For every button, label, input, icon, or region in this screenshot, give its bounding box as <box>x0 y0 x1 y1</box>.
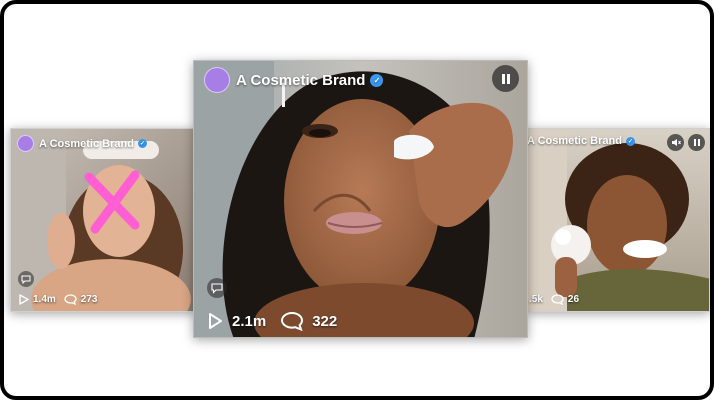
captions-button[interactable] <box>18 271 34 287</box>
pause-icon <box>693 139 700 146</box>
view-count: 2.1m <box>232 312 267 330</box>
comment-count: 26 <box>567 294 580 305</box>
comment-count: 322 <box>312 312 338 330</box>
video-stats: .5k 26 <box>529 294 579 305</box>
feed-frame: A Cosmetic Brand ✓ 1.4m 273 A Cosmetic B… <box>0 0 714 400</box>
video-thumbnail <box>194 61 527 337</box>
comment-icon[interactable] <box>280 311 304 331</box>
verified-badge-icon: ✓ <box>370 73 384 87</box>
brand-header[interactable]: A Cosmetic Brand ✓ <box>527 135 635 147</box>
brand-name[interactable]: A Cosmetic Brand <box>527 135 622 147</box>
brand-name[interactable]: A Cosmetic Brand <box>39 138 134 150</box>
comment-count: 273 <box>80 294 98 305</box>
brand-name[interactable]: A Cosmetic Brand <box>236 72 365 89</box>
video-card-main[interactable]: A Cosmetic Brand ✓ 2.1m 322 <box>193 60 528 338</box>
brand-avatar[interactable] <box>17 135 34 152</box>
brand-header[interactable]: A Cosmetic Brand ✓ <box>204 67 384 93</box>
video-stats: 2.1m 322 <box>208 311 337 331</box>
brand-header[interactable]: A Cosmetic Brand ✓ <box>17 135 147 152</box>
brand-avatar[interactable] <box>204 67 230 93</box>
view-count: 1.4m <box>33 294 56 305</box>
pause-button[interactable] <box>492 65 519 92</box>
mute-button[interactable] <box>667 134 684 151</box>
play-icon[interactable] <box>19 294 29 305</box>
pause-icon <box>501 73 510 84</box>
speech-bubble-icon <box>211 282 223 294</box>
speaker-icon <box>671 139 681 146</box>
play-icon[interactable] <box>208 312 223 330</box>
comment-icon[interactable] <box>64 294 77 305</box>
x-mark-icon <box>86 173 146 235</box>
speech-bubble-icon <box>21 275 31 284</box>
captions-button[interactable] <box>207 278 227 298</box>
video-card-right[interactable]: A Cosmetic Brand ✓ .5k 26 <box>526 128 710 312</box>
video-card-left[interactable]: A Cosmetic Brand ✓ 1.4m 273 <box>10 128 196 312</box>
comment-icon[interactable] <box>551 294 564 305</box>
pause-button[interactable] <box>688 134 705 151</box>
verified-badge-icon: ✓ <box>137 139 147 148</box>
view-count: .5k <box>529 294 543 305</box>
video-stats: 1.4m 273 <box>19 294 97 305</box>
video-thumbnail <box>527 129 709 311</box>
verified-badge-icon: ✓ <box>625 136 635 146</box>
